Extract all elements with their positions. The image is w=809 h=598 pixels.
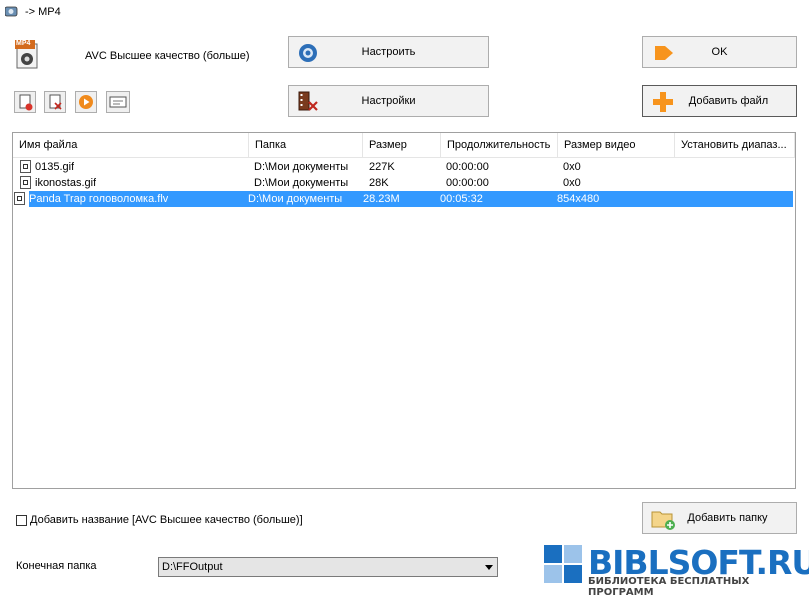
- column-header-range[interactable]: Установить диапаз...: [675, 133, 795, 157]
- ok-label: OK: [711, 46, 728, 58]
- file-folder: D:\Мои документы: [248, 193, 343, 205]
- output-folder-label: Конечная папка: [16, 560, 97, 572]
- add-name-label[interactable]: Добавить название [AVC Высшее качество (…: [30, 514, 303, 526]
- video-file-icon: [14, 192, 25, 205]
- add-file-button[interactable]: Добавить файл: [642, 85, 797, 117]
- column-header-size[interactable]: Размер: [363, 133, 441, 157]
- settings-button[interactable]: Настройки: [288, 85, 489, 117]
- title-bar: -> MP4: [0, 0, 809, 24]
- video-file-icon: [20, 176, 31, 189]
- output-folder-select[interactable]: D:\FFOutput: [158, 557, 498, 577]
- file-duration: 00:00:00: [446, 161, 489, 173]
- ok-button[interactable]: OK: [642, 36, 797, 68]
- settings-label: Настройки: [361, 95, 416, 107]
- remove-file-button[interactable]: [14, 91, 36, 113]
- add-folder-button[interactable]: Добавить папку: [642, 502, 797, 534]
- file-folder: D:\Мои документы: [254, 161, 349, 173]
- output-folder-value: D:\FFOutput: [162, 561, 223, 573]
- column-header-name[interactable]: Имя файла: [13, 133, 249, 157]
- file-size: 28K: [369, 177, 389, 189]
- table-row[interactable]: ikonostas.gif D:\Мои документы 28K 00:00…: [13, 175, 793, 191]
- add-name-checkbox[interactable]: [16, 515, 27, 526]
- remove-file-icon: [19, 94, 33, 111]
- file-duration: 00:00:00: [446, 177, 489, 189]
- profile-label: AVC Высшее качество (больше): [85, 50, 250, 62]
- media-info-icon: [109, 96, 127, 108]
- media-info-button[interactable]: [106, 91, 130, 113]
- file-video-size: 0x0: [563, 177, 581, 189]
- mp4-format-icon: MP4: [15, 40, 41, 70]
- configure-button[interactable]: Настроить: [288, 36, 489, 68]
- column-header-duration[interactable]: Продолжительность: [441, 133, 558, 157]
- table-row-selected[interactable]: Panda Trap головоломка.flv D:\Мои докуме…: [13, 191, 793, 207]
- file-video-size: 0x0: [563, 161, 581, 173]
- file-size: 227K: [369, 161, 395, 173]
- file-list-header: Имя файла Папка Размер Продолжительность…: [13, 133, 795, 158]
- configure-label: Настроить: [361, 46, 416, 58]
- watermark-logo: [544, 545, 582, 583]
- play-button[interactable]: [75, 91, 97, 113]
- file-video-size: 854x480: [557, 193, 600, 205]
- file-name: ikonostas.gif: [35, 177, 97, 189]
- chevron-down-icon: [485, 565, 493, 570]
- app-icon: [5, 6, 18, 17]
- video-file-icon: [20, 160, 31, 173]
- column-header-folder[interactable]: Папка: [249, 133, 363, 157]
- watermark-subtitle: БИБЛИОТЕКА БЕСПЛАТНЫХ ПРОГРАММ: [588, 576, 750, 598]
- file-duration: 00:05:32: [440, 193, 483, 205]
- mp4-badge-text: MP4: [16, 40, 31, 47]
- table-row[interactable]: 0135.gif D:\Мои документы 227K 00:00:00 …: [13, 159, 793, 175]
- file-folder: D:\Мои документы: [254, 177, 349, 189]
- file-name: Panda Trap головоломка.flv: [29, 193, 169, 205]
- selection-highlight: Panda Trap головоломка.flv D:\Мои докуме…: [29, 191, 793, 207]
- clear-list-icon: [49, 94, 62, 110]
- add-file-label: Добавить файл: [688, 95, 769, 107]
- window-title: -> MP4: [25, 6, 61, 18]
- column-header-video-size[interactable]: Размер видео: [558, 133, 675, 157]
- play-icon: [79, 95, 93, 109]
- file-name: 0135.gif: [35, 161, 75, 173]
- clear-list-button[interactable]: [44, 91, 66, 113]
- file-list[interactable]: Имя файла Папка Размер Продолжительность…: [12, 132, 796, 489]
- file-size: 28.23M: [363, 193, 400, 205]
- add-folder-label: Добавить папку: [687, 512, 768, 524]
